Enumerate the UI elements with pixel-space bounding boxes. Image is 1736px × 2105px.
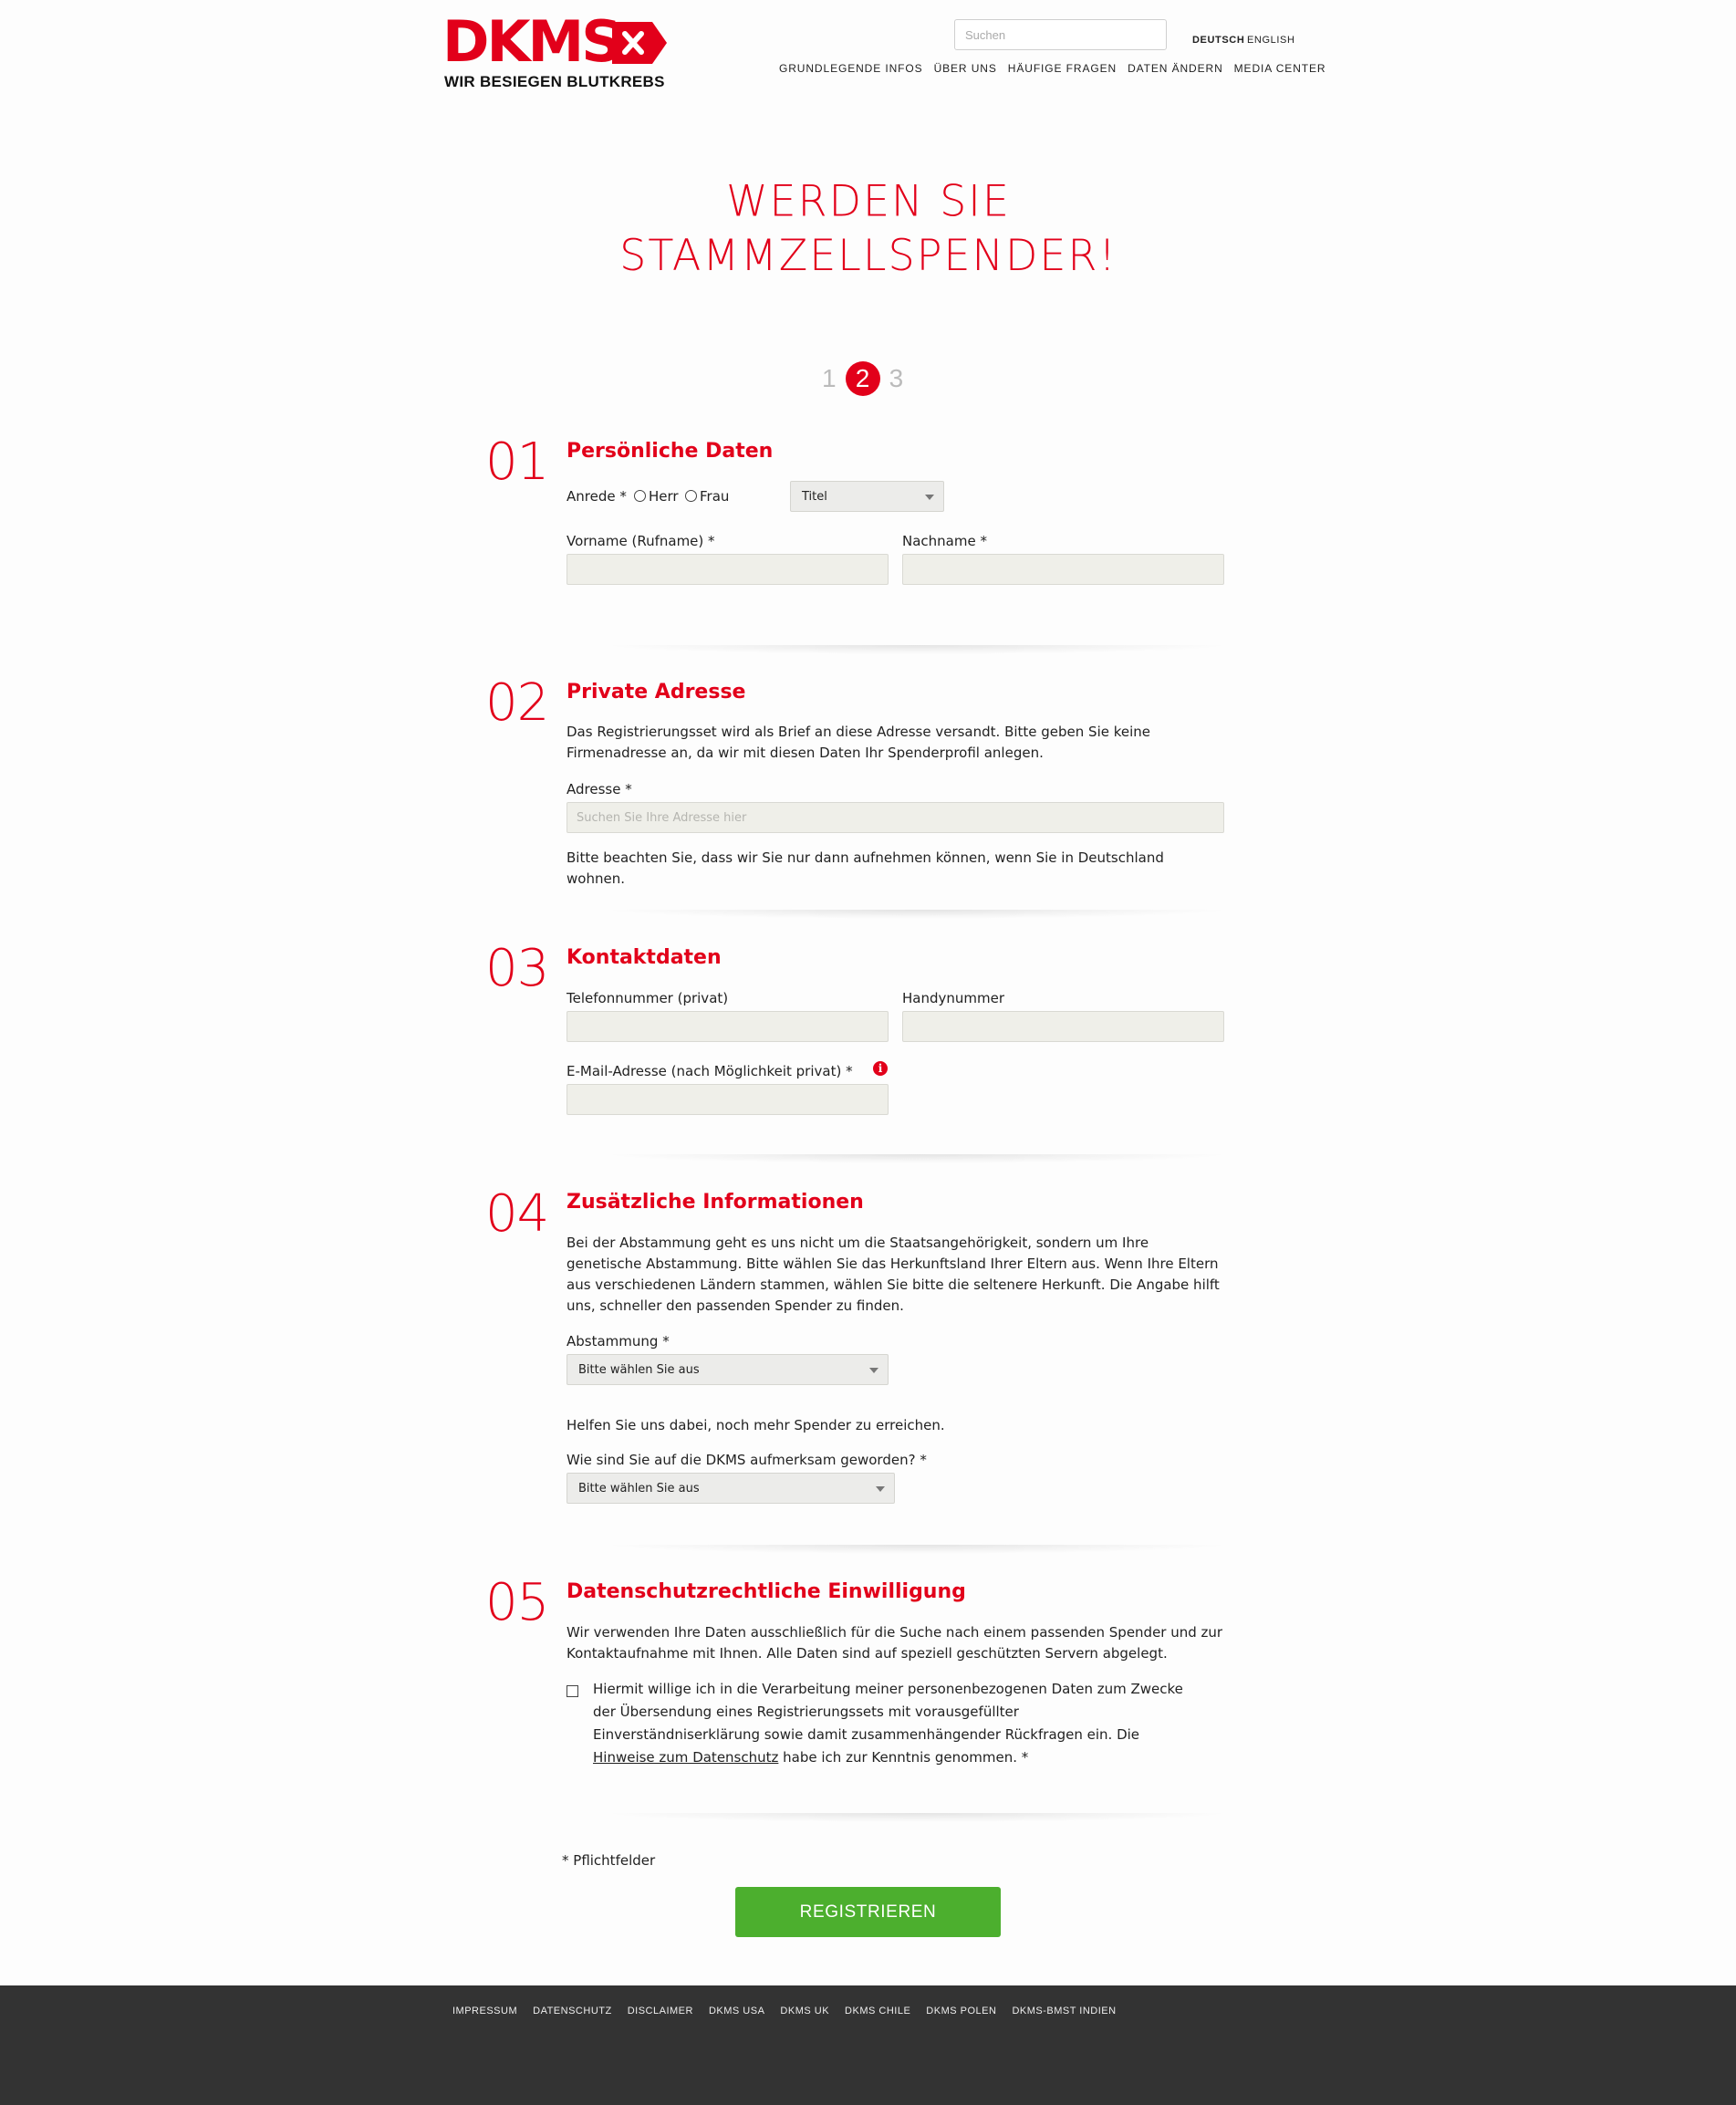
section-divider [602,1545,1232,1554]
step-2-active: 2 [845,361,880,396]
footer-link-datenschutz[interactable]: DATENSCHUTZ [533,2006,612,2016]
step-indicator: 1 2 3 [822,361,903,396]
section-number-02: 02 [485,673,549,733]
section-divider [602,1154,1232,1163]
datenschutz-link[interactable]: Hinweise zum Datenschutz [593,1749,778,1766]
section-divider [602,645,1232,654]
radio-herr-label: Herr [649,488,679,505]
adresse-label: Adresse * [567,781,632,797]
section-title-kontaktdaten: Kontaktdaten [567,946,722,969]
page-title-line1: WERDEN SIE [726,175,1011,226]
vorname-label: Vorname (Rufname) * [567,533,715,549]
footer-link-dkms-usa[interactable]: DKMS USA [709,2006,764,2016]
telefon-label: Telefonnummer (privat) [567,990,729,1006]
radio-herr-circle[interactable] [634,490,646,502]
aufmerksam-select[interactable]: Bitte wählen Sie aus [567,1473,895,1504]
section-title-private-adresse: Private Adresse [567,681,746,703]
register-button[interactable]: REGISTRIEREN [735,1887,1001,1937]
footer-link-dkms-uk[interactable]: DKMS UK [780,2006,829,2016]
nachname-label: Nachname * [902,533,987,549]
anrede-label: Anrede * [567,488,627,505]
consent-text: Hiermit willige ich in die Verarbeitung … [593,1678,1186,1769]
handy-label: Handynummer [902,990,1005,1006]
required-fields-note: * Pflichtfelder [562,1852,656,1869]
section-number-04: 04 [485,1184,549,1244]
titel-select[interactable]: Titel [790,481,944,512]
section-title-persoenliche-daten: Persönliche Daten [567,440,774,463]
telefon-field[interactable] [567,1011,889,1042]
footer: IMPRESSUM DATENSCHUTZ DISCLAIMER DKMS US… [0,1985,1736,2105]
abstammung-select-value: Bitte wählen Sie aus [578,1362,700,1377]
section-divider [602,910,1232,919]
abstammung-intro-text: Bei der Abstammung geht es uns nicht um … [567,1235,1220,1314]
section-divider [602,1813,1232,1822]
footer-link-disclaimer[interactable]: DISCLAIMER [628,2006,693,2016]
page-title-line2: STAMMZELLSPENDER! [619,230,1117,281]
abstammung-label: Abstammung * [567,1333,670,1349]
radio-frau[interactable]: Frau [685,488,729,505]
section-title-datenschutz: Datenschutzrechtliche Einwilligung [567,1580,966,1603]
consent-text-after: habe ich zur Kenntnis genommen. * [778,1749,1029,1766]
logo-wordmark: DKMS [442,8,622,75]
search-input[interactable] [954,19,1167,50]
titel-select-value: Titel [802,489,827,504]
logo-x-icon [612,22,667,64]
radio-frau-label: Frau [700,488,730,505]
lang-english[interactable]: ENGLISH [1247,35,1295,46]
info-icon[interactable]: i [873,1061,888,1076]
aufmerksam-select-value: Bitte wählen Sie aus [578,1481,700,1495]
section-number-01: 01 [485,432,549,492]
email-label: E-Mail-Adresse (nach Möglichkeit privat)… [567,1063,853,1079]
main-nav: GRUNDLEGENDE INFOS ÜBER UNS HÄUFIGE FRAG… [779,62,1325,75]
chevron-down-icon [876,1486,885,1492]
handy-field[interactable] [902,1011,1224,1042]
radio-herr[interactable]: Herr [634,488,679,505]
footer-link-dkms-chile[interactable]: DKMS CHILE [845,2006,910,2016]
nav-grundlegende-infos[interactable]: GRUNDLEGENDE INFOS [779,62,923,75]
page-title: WERDEN SIE STAMMZELLSPENDER! [547,174,1190,282]
section-number-03: 03 [485,939,549,998]
step-3: 3 [889,364,904,392]
consent-checkbox[interactable] [567,1685,578,1697]
adresse-search-field[interactable] [567,802,1224,833]
vorname-field[interactable] [567,554,889,585]
nachname-field[interactable] [902,554,1224,585]
nav-haeufige-fragen[interactable]: HÄUFIGE FRAGEN [1008,62,1117,75]
nav-media-center[interactable]: MEDIA CENTER [1234,62,1326,75]
footer-link-impressum[interactable]: IMPRESSUM [452,2006,517,2016]
consent-text-before: Hiermit willige ich in die Verarbeitung … [593,1681,1183,1743]
help-text: Helfen Sie uns dabei, noch mehr Spender … [567,1417,945,1433]
footer-link-dkms-polen[interactable]: DKMS POLEN [926,2006,996,2016]
aufmerksam-label: Wie sind Sie auf die DKMS aufmerksam gew… [567,1452,927,1468]
adresse-intro-text: Das Registrierungsset wird als Brief an … [567,724,1151,761]
lang-deutsch[interactable]: DEUTSCH [1192,35,1244,46]
chevron-down-icon [869,1368,878,1373]
nav-daten-aendern[interactable]: DATEN ÄNDERN [1128,62,1223,75]
step-1: 1 [822,364,837,392]
footer-links: IMPRESSUM DATENSCHUTZ DISCLAIMER DKMS US… [452,2006,1117,2016]
section-title-zusaetzliche-informationen: Zusätzliche Informationen [567,1191,864,1214]
radio-frau-circle[interactable] [685,490,697,502]
email-field[interactable] [567,1084,889,1115]
abstammung-select[interactable]: Bitte wählen Sie aus [567,1354,889,1385]
datenschutz-intro-text: Wir verwenden Ihre Daten ausschließlich … [567,1624,1223,1662]
nav-ueber-uns[interactable]: ÜBER UNS [934,62,997,75]
footer-link-dkms-bmst-indien[interactable]: DKMS-BMST INDIEN [1012,2006,1116,2016]
section-number-05: 05 [485,1573,549,1632]
chevron-down-icon [925,495,934,500]
adresse-note-text: Bitte beachten Sie, dass wir Sie nur dan… [567,849,1164,887]
logo-tagline: WIR BESIEGEN BLUTKREBS [444,73,665,90]
